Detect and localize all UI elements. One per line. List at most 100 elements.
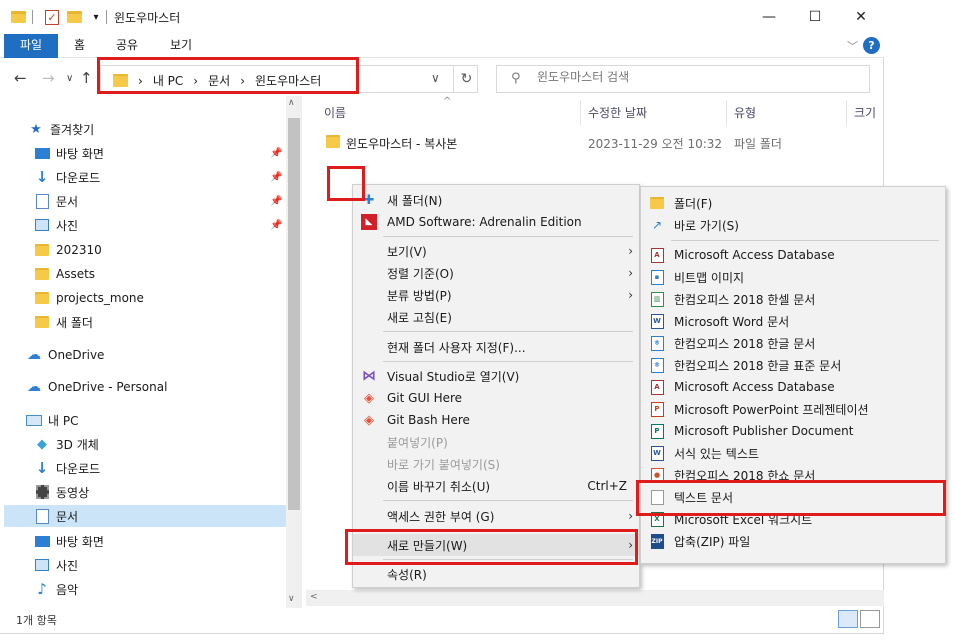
tab-share[interactable]: 공유 <box>104 34 150 58</box>
menu-item-properties[interactable]: 속성(R) <box>353 563 639 585</box>
sidebar-item-onedrive[interactable]: ☁ OneDrive <box>26 344 104 366</box>
menu-item-open-visual-studio[interactable]: ⋈ Visual Studio로 열기(V) <box>353 365 639 387</box>
menu-item-git-gui[interactable]: ◈ Git GUI Here <box>353 387 639 409</box>
large-icons-view-icon[interactable] <box>860 610 880 628</box>
refresh-icon[interactable]: ↻ <box>453 66 479 92</box>
sidebar-item-pictures[interactable]: 사진 <box>34 554 78 576</box>
menu-item-paste[interactable]: 붙여넣기(P) <box>353 431 639 453</box>
properties-icon[interactable]: ✓ <box>44 8 60 26</box>
close-button[interactable]: ✕ <box>838 0 884 34</box>
window-title: 윈도우마스터 <box>114 11 181 25</box>
menu-separator <box>383 500 633 501</box>
sidebar-item-folder[interactable]: 새 폴더 <box>34 311 93 333</box>
sidebar-item-3d-objects[interactable]: ◆ 3D 개체 <box>34 433 99 455</box>
menu-item-new-folder[interactable]: ✚ 새 폴더(N) <box>353 189 639 211</box>
horizontal-scrollbar[interactable] <box>306 590 884 606</box>
column-header-name[interactable]: 이름 <box>324 104 346 121</box>
column-divider[interactable] <box>726 100 727 126</box>
submenu-item-hwp-standard[interactable]: ㅎ 한컴오피스 2018 한글 표준 문서 <box>641 354 945 376</box>
sidebar-item-folder[interactable]: Assets <box>34 263 95 285</box>
recent-locations-icon[interactable]: ∨ <box>66 73 73 84</box>
menu-item-amd-software[interactable]: ◣ AMD Software: Adrenalin Edition <box>353 211 639 233</box>
menu-item-sort-by[interactable]: 정렬 기준(O) › <box>353 262 639 284</box>
submenu-item-access-db[interactable]: A Microsoft Access Database <box>641 244 945 266</box>
minimize-button[interactable]: — <box>746 0 792 34</box>
sidebar-item-documents-selected[interactable]: 문서 <box>4 505 286 527</box>
pin-icon[interactable]: 📌 <box>270 220 282 231</box>
menu-item-view[interactable]: 보기(V) › <box>353 240 639 262</box>
sidebar-item-label: 사진 <box>56 558 79 573</box>
back-button[interactable]: ← <box>14 69 27 87</box>
tab-home[interactable]: 홈 <box>62 34 97 58</box>
forward-button[interactable]: → <box>42 69 55 87</box>
sidebar-item-desktop[interactable]: 바탕 화면 <box>34 530 104 552</box>
scroll-down-icon[interactable]: ∨ <box>288 594 295 604</box>
submenu-item-folder[interactable]: 폴더(F) <box>641 192 945 214</box>
up-button[interactable]: ↑ <box>80 69 93 87</box>
sidebar-item-label: OneDrive <box>48 348 105 362</box>
submenu-item-publisher[interactable]: P Microsoft Publisher Document <box>641 420 945 442</box>
details-view-icon[interactable] <box>838 610 858 628</box>
sidebar-item-documents[interactable]: 문서 <box>34 190 78 212</box>
submenu-item-zip[interactable]: ZIP 압축(ZIP) 파일 <box>641 530 945 552</box>
submenu-item-access-db-2[interactable]: A Microsoft Access Database <box>641 376 945 398</box>
scroll-left-icon[interactable]: < <box>310 592 318 602</box>
chevron-down-icon[interactable]: ∨ <box>431 71 440 85</box>
sidebar-item-downloads[interactable]: ↓ 다운로드 <box>34 457 100 479</box>
scroll-up-icon[interactable]: ∧ <box>288 98 295 108</box>
menu-item-git-bash[interactable]: ◈ Git Bash Here <box>353 409 639 431</box>
sidebar-item-this-pc[interactable]: 내 PC <box>26 409 78 431</box>
tab-file[interactable]: 파일 <box>4 34 58 58</box>
sidebar-item-label: 다운로드 <box>56 170 101 185</box>
music-icon: ♪ <box>37 580 47 598</box>
pin-icon[interactable]: 📌 <box>270 148 282 159</box>
menu-item-undo-rename[interactable]: 이름 바꾸기 취소(U) Ctrl+Z <box>353 475 639 497</box>
help-icon[interactable]: ? <box>863 37 880 54</box>
sidebar-item-label: 문서 <box>56 194 79 209</box>
column-header-type[interactable]: 유형 <box>734 104 756 121</box>
sidebar-item-downloads[interactable]: ↓ 다운로드 <box>34 166 100 188</box>
submenu-item-shortcut[interactable]: ↗ 바로 가기(S) <box>641 214 945 236</box>
sidebar-item-folder[interactable]: projects_mone <box>34 287 144 309</box>
file-modified: 2023-11-29 오전 10:32 <box>588 137 723 151</box>
sidebar-scrollbar-thumb[interactable] <box>288 118 300 510</box>
search-icon: ⚲ <box>511 71 521 86</box>
file-row[interactable]: 윈도우마스터 - 복사본 2023-11-29 오전 10:32 파일 폴더 <box>322 131 882 153</box>
submenu-item-rich-text[interactable]: W 서식 있는 텍스트 <box>641 442 945 464</box>
menu-item-group-by[interactable]: 분류 방법(P) › <box>353 284 639 306</box>
sidebar-item-label: 바탕 화면 <box>56 146 104 161</box>
column-header-date[interactable]: 수정한 날짜 <box>588 104 647 121</box>
menu-item-paste-shortcut[interactable]: 바로 가기 붙여넣기(S) <box>353 453 639 475</box>
sidebar-item-pictures[interactable]: 사진 <box>34 214 78 236</box>
maximize-button[interactable]: ☐ <box>792 0 838 34</box>
bitmap-icon: ▪ <box>649 269 665 285</box>
tab-view[interactable]: 보기 <box>158 34 204 58</box>
column-header-size[interactable]: 크기 <box>854 104 876 121</box>
menu-item-customize-folder[interactable]: 현재 폴더 사용자 지정(F)... <box>353 336 639 358</box>
menu-item-give-access[interactable]: 액세스 권한 부여 (G) › <box>353 505 639 527</box>
search-input[interactable] <box>537 70 837 84</box>
submenu-item-bitmap[interactable]: ▪ 비트맵 이미지 <box>641 266 945 288</box>
visual-studio-icon: ⋈ <box>362 368 376 384</box>
sidebar-item-music[interactable]: ♪ 음악 <box>34 578 78 600</box>
new-folder-icon[interactable] <box>66 8 82 26</box>
sidebar-item-desktop[interactable]: 바탕 화면 <box>34 142 104 164</box>
sidebar-item-onedrive-personal[interactable]: ☁ OneDrive - Personal <box>26 376 167 398</box>
submenu-item-word[interactable]: W Microsoft Word 문서 <box>641 310 945 332</box>
pin-icon[interactable]: 📌 <box>270 196 282 207</box>
sidebar-item-label: 새 폴더 <box>56 315 93 330</box>
customize-toolbar-icon[interactable]: ▾ <box>88 8 104 26</box>
submenu-item-powerpoint[interactable]: P Microsoft PowerPoint 프레젠테이션 <box>641 398 945 420</box>
search-box[interactable]: ⚲ <box>496 65 870 93</box>
submenu-item-hwp[interactable]: ㅎ 한컴오피스 2018 한글 문서 <box>641 332 945 354</box>
pin-icon[interactable]: 📌 <box>270 172 282 183</box>
sidebar-item-folder[interactable]: 202310 <box>34 239 102 261</box>
access-icon: A <box>649 379 665 395</box>
sidebar-item-quick-access[interactable]: ★ 즐겨찾기 <box>28 118 94 140</box>
column-divider[interactable] <box>846 100 847 126</box>
expand-ribbon-icon[interactable]: ﹀ <box>847 38 858 54</box>
sidebar-item-videos[interactable]: 동영상 <box>34 481 89 503</box>
menu-item-refresh[interactable]: 새로 고침(E) <box>353 306 639 328</box>
column-divider[interactable] <box>580 100 581 126</box>
submenu-item-hancell[interactable]: ▥ 한컴오피스 2018 한셀 문서 <box>641 288 945 310</box>
